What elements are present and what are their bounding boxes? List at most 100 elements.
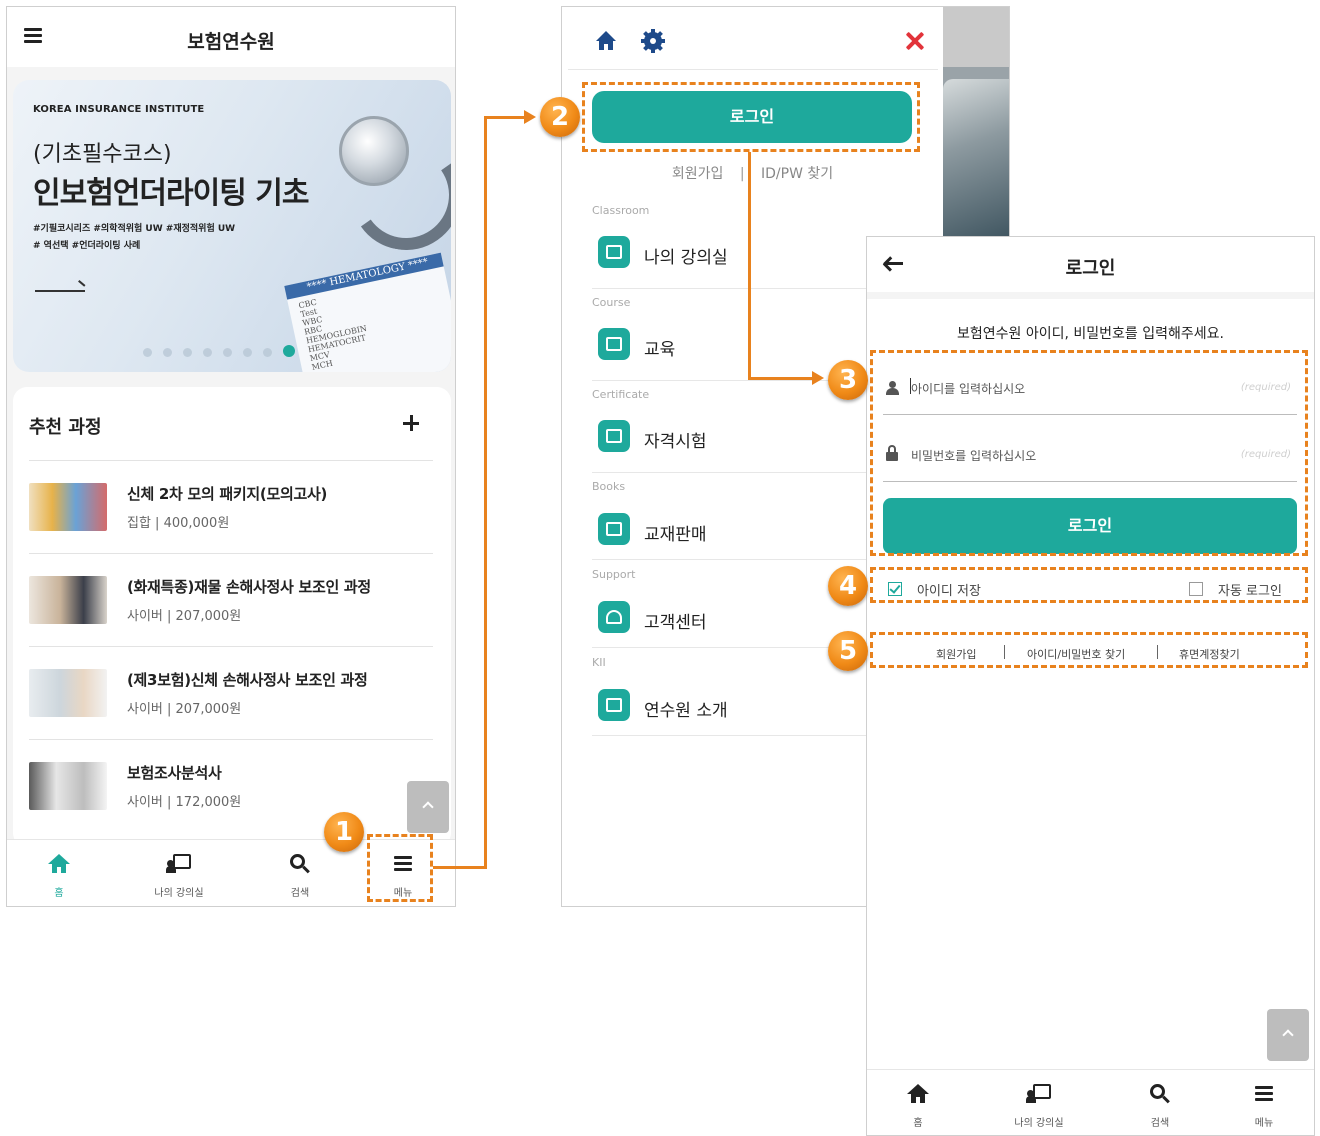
banner-subtitle: (기초필수코스) (33, 142, 172, 167)
menu-icon (1255, 1086, 1273, 1101)
scroll-top-button[interactable] (407, 781, 449, 833)
menu-item-course[interactable]: 교육 (644, 335, 675, 360)
course-name: (제3보험)신체 손해사정사 보조인 과정 (127, 671, 368, 689)
menu-item-support[interactable]: 고객센터 (644, 608, 707, 633)
divider (568, 69, 938, 70)
menu-category: Course (592, 296, 631, 309)
course-name: 보험조사분석사 (127, 764, 222, 782)
nav-label: 검색 (1150, 1118, 1170, 1129)
callout-box-2 (582, 82, 920, 152)
menu-category: KII (592, 656, 606, 669)
callout-badge-5: 5 (828, 631, 868, 671)
background-overlay (943, 7, 1009, 67)
scroll-top-button[interactable] (1267, 1009, 1309, 1061)
connector-line (484, 116, 487, 869)
carousel-dot-active[interactable] (283, 345, 295, 357)
nav-classroom[interactable]: 나의 강의실 (979, 1070, 1099, 1135)
carousel-dot[interactable] (143, 348, 152, 357)
app-title: 보험연수원 (187, 31, 275, 53)
menu-item-certificate[interactable]: 자격시험 (644, 427, 707, 452)
login-header: 로그인 (867, 237, 1314, 292)
carousel-dots[interactable] (143, 342, 306, 361)
plus-icon[interactable] (403, 415, 419, 431)
nav-label: 홈 (913, 1118, 923, 1129)
callout-badge-2: 2 (540, 97, 580, 137)
course-banner[interactable]: **** HEMATOLOGY **** CBC Test WBC RBC HE… (13, 80, 451, 372)
callout-box-5 (870, 632, 1308, 668)
classroom-icon (1026, 1084, 1051, 1104)
nav-menu[interactable]: 메뉴 (1227, 1070, 1301, 1135)
course-meta: 사이버 | 172,000원 (127, 795, 242, 810)
close-icon[interactable] (906, 32, 924, 50)
recommended-title: 추천 과정 (29, 417, 102, 438)
home-icon[interactable] (596, 31, 616, 51)
classroom-icon (598, 236, 630, 268)
nav-search[interactable]: 검색 (255, 840, 345, 906)
login-prompt: 보험연수원 아이디, 비밀번호를 입력해주세요. (957, 326, 1224, 342)
callout-box-4 (870, 567, 1308, 603)
nav-home[interactable]: 홈 (7, 840, 111, 906)
connector-line (484, 116, 526, 119)
connector-line (748, 377, 814, 380)
course-meta: 사이버 | 207,000원 (127, 609, 242, 624)
menu-item-books[interactable]: 교재판매 (644, 520, 707, 545)
nav-home[interactable]: 홈 (867, 1070, 969, 1135)
nav-label: 메뉴 (1254, 1118, 1274, 1129)
carousel-dot[interactable] (223, 348, 232, 357)
page-title: 로그인 (1065, 258, 1116, 279)
banner-tags: #기필코시리즈 #의학적위험 UW #재정적위험 UW (33, 224, 236, 234)
menu-category: Support (592, 568, 636, 581)
carousel-dot[interactable] (203, 348, 212, 357)
carousel-dot[interactable] (263, 348, 272, 357)
sheet-header: **** HEMATOLOGY **** (284, 252, 444, 300)
nav-classroom[interactable]: 나의 강의실 (119, 840, 239, 906)
home-icon (907, 1084, 929, 1104)
connector-line (433, 866, 486, 869)
nav-search[interactable]: 검색 (1115, 1070, 1205, 1135)
course-item[interactable]: (화재특종)재물 손해사정사 보조인 과정 사이버 | 207,000원 (29, 554, 433, 646)
recommended-courses: 추천 과정 신체 2차 모의 패키지(모의고사) 집합 | 400,000원 (… (13, 387, 451, 847)
course-item[interactable]: 신체 2차 모의 패키지(모의고사) 집합 | 400,000원 (29, 461, 433, 553)
course-item[interactable]: 보험조사분석사 사이버 | 172,000원 (29, 740, 433, 832)
find-idpw-link[interactable]: ID/PW 찾기 (761, 166, 833, 182)
gear-icon[interactable] (641, 29, 665, 53)
book-icon (598, 513, 630, 545)
nav-label: 나의 강의실 (1014, 1118, 1064, 1129)
chevron-up-icon (1282, 1029, 1294, 1041)
connector-arrow-icon (524, 110, 536, 124)
certificate-icon (598, 420, 630, 452)
stethoscope-chestpiece-image (339, 116, 409, 186)
chevron-up-icon (422, 801, 434, 813)
course-meta: 집합 | 400,000원 (127, 516, 230, 531)
home-header: 보험연수원 (7, 7, 455, 67)
nav-label: 나의 강의실 (154, 888, 204, 899)
carousel-dot[interactable] (183, 348, 192, 357)
link-separator: | (739, 166, 745, 182)
course-item[interactable]: (제3보험)신체 손해사정사 보조인 과정 사이버 | 207,000원 (29, 647, 433, 739)
course-name: 신체 2차 모의 패키지(모의고사) (127, 485, 328, 503)
carousel-dot[interactable] (243, 348, 252, 357)
building-icon (598, 689, 630, 721)
carousel-dot[interactable] (163, 348, 172, 357)
menu-item-about[interactable]: 연수원 소개 (644, 696, 728, 721)
menu-item-classroom[interactable]: 나의 강의실 (644, 243, 728, 268)
search-icon (1150, 1084, 1170, 1104)
connector-arrow-icon (812, 371, 824, 385)
search-icon (290, 854, 310, 874)
course-thumbnail (29, 762, 107, 810)
arrow-right-icon[interactable] (35, 290, 85, 292)
callout-box-1 (367, 834, 433, 902)
banner-tags: # 역선택 #언더라이팅 사례 (33, 241, 141, 251)
connector-line (748, 152, 751, 380)
course-thumbnail (29, 483, 107, 531)
banner-headline: 인보험언더라이팅 기초 (33, 176, 309, 211)
sheet-lines: CBC Test WBC RBC HEMOGLOBIN HEMATOCRIT M… (297, 297, 368, 372)
background-photo (943, 79, 1009, 239)
join-link[interactable]: 회원가입 (672, 166, 724, 182)
nav-label: 검색 (290, 888, 310, 899)
classroom-icon (166, 854, 191, 874)
callout-badge-4: 4 (828, 566, 868, 606)
headset-icon (598, 601, 630, 633)
callout-badge-1: 1 (324, 812, 364, 852)
menu-category: Books (592, 480, 626, 493)
